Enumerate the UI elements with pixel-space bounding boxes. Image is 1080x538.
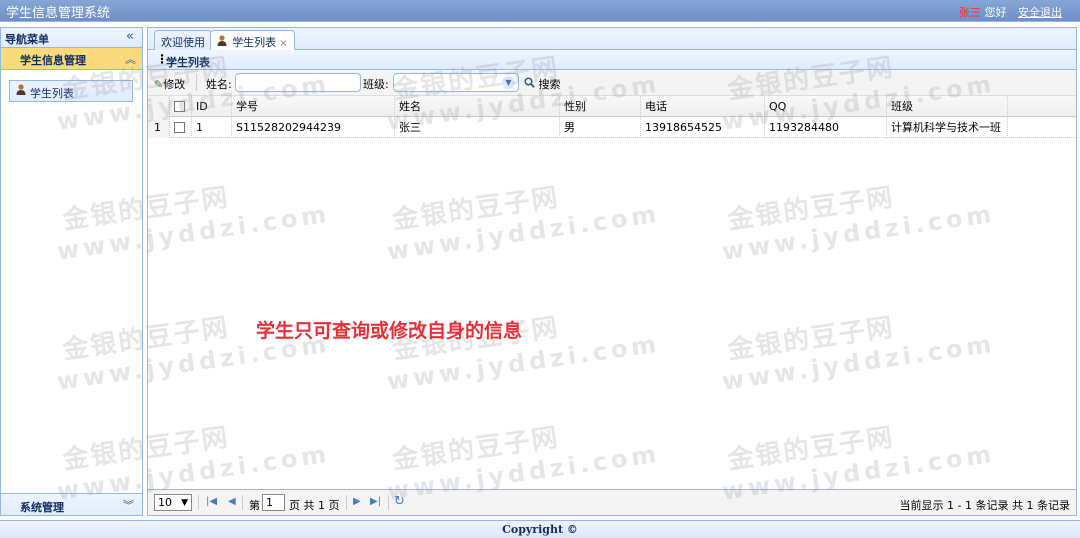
top-header: 学生信息管理系统 张三 您好 安全退出	[0, 0, 1080, 22]
annotation-caption: 学生只可查询或修改自身的信息	[256, 320, 523, 342]
cell-class: 计算机科学与技术一班	[887, 117, 1008, 138]
main-content: 欢迎使用 学生列表 × ⋮ 学生列表 ✎修改 姓名: 班级: ▼ 搜索 ID 学…	[147, 27, 1077, 516]
search-label: 搜索	[538, 78, 561, 91]
page-label: 第	[249, 499, 260, 512]
panel-title: 学生列表	[166, 56, 210, 69]
sidebar-item-label: 学生列表	[30, 87, 74, 100]
cell-qq: 1193284480	[765, 117, 887, 138]
toolbar: ✎修改 姓名: 班级: ▼ 搜索	[148, 70, 1076, 96]
class-label: 班级:	[363, 78, 389, 91]
chevron-down-icon[interactable]: ▼	[502, 76, 515, 89]
cell-name: 张三	[395, 117, 560, 138]
page-number-input[interactable]	[262, 494, 285, 511]
nav-header: 导航菜单 «	[1, 28, 142, 48]
accordion-title: 学生信息管理	[20, 54, 86, 67]
close-icon[interactable]: ×	[279, 38, 287, 49]
user-icon	[16, 84, 26, 98]
sidebar-item-student-list[interactable]: 学生列表	[9, 80, 133, 102]
grid-header: ID 学号 姓名 性别 电话 QQ 班级	[148, 96, 1076, 117]
page-size-value: 10	[158, 496, 172, 509]
chevron-up-icon[interactable]: ︽	[125, 51, 136, 67]
column-header[interactable]: 姓名	[395, 96, 560, 117]
first-page-icon[interactable]: |◀	[206, 496, 217, 507]
chevron-down-icon[interactable]: ︾	[123, 497, 134, 513]
user-name: 张三	[959, 6, 981, 19]
last-page-icon[interactable]: ▶|	[370, 496, 381, 507]
footer: Copyright ©	[0, 520, 1080, 538]
chevron-down-icon: ▼	[181, 498, 188, 508]
column-header[interactable]: 班级	[887, 96, 1008, 117]
refresh-icon[interactable]: ↻	[394, 494, 405, 509]
sidebar: 导航菜单 « 学生信息管理 ︽ 学生列表 系统管理 ︾	[0, 27, 143, 516]
cell-student-no: S11528202944239	[232, 117, 395, 138]
search-icon	[524, 77, 539, 91]
tab-label: 欢迎使用	[161, 36, 205, 49]
select-all-checkbox-cell	[170, 96, 192, 117]
row-checkbox[interactable]	[174, 121, 185, 133]
tab-student-list[interactable]: 学生列表 ×	[210, 30, 295, 51]
accordion-system-management[interactable]: 系统管理 ︾	[1, 493, 142, 515]
select-all-checkbox[interactable]	[174, 100, 185, 112]
accordion-body: 学生列表	[1, 70, 142, 472]
rownum-header	[148, 96, 170, 117]
class-select[interactable]: ▼	[393, 73, 519, 92]
pencil-icon: ✎	[154, 78, 164, 91]
greeting: 您好	[984, 6, 1007, 19]
name-input[interactable]	[235, 73, 361, 92]
column-header[interactable]: ID	[192, 96, 232, 117]
edit-label: 修改	[163, 78, 186, 91]
logout-link[interactable]: 安全退出	[1018, 6, 1062, 19]
student-grid: ID 学号 姓名 性别 电话 QQ 班级 1 1 S11528202944239…	[148, 96, 1076, 138]
page-size-select[interactable]: 10 ▼	[154, 494, 192, 511]
accordion-student-management[interactable]: 学生信息管理 ︽	[1, 48, 142, 70]
row-number: 1	[148, 117, 170, 138]
tab-welcome[interactable]: 欢迎使用	[154, 30, 212, 50]
row-checkbox-cell	[170, 117, 192, 138]
user-icon	[217, 35, 230, 49]
accordion-title: 系统管理	[20, 501, 64, 514]
column-header[interactable]: 电话	[641, 96, 765, 117]
cell-id: 1	[192, 117, 232, 138]
prev-page-icon[interactable]: ◀	[228, 496, 236, 507]
user-area: 张三 您好 安全退出	[959, 4, 1062, 20]
column-header[interactable]: 性别	[560, 96, 641, 117]
search-button[interactable]: 搜索	[524, 76, 561, 92]
nav-title: 导航菜单	[5, 33, 49, 46]
pager-divider	[388, 495, 389, 510]
column-header[interactable]: QQ	[765, 96, 887, 117]
cell-phone: 13918654525	[641, 117, 765, 138]
tab-label: 学生列表	[232, 36, 277, 49]
page-total: 页 共 1 页	[289, 499, 340, 512]
page-info: 当前显示 1 - 1 条记录 共 1 条记录	[899, 499, 1070, 512]
name-label: 姓名:	[206, 78, 232, 91]
copyright-text: Copyright ©	[502, 523, 578, 536]
edit-button[interactable]: ✎修改	[154, 76, 185, 92]
tabs-bar: 欢迎使用 学生列表 ×	[148, 28, 1076, 51]
pager-divider	[346, 495, 347, 510]
pager-divider	[242, 495, 243, 510]
table-row[interactable]: 1 1 S11528202944239 张三 男 13918654525 119…	[148, 117, 1076, 138]
next-page-icon[interactable]: ▶	[353, 496, 361, 507]
pager-divider	[198, 495, 199, 510]
pager: 10 ▼ |◀ ◀ 第 页 共 1 页 ▶ ▶| ↻ 当前显示 1 - 1 条记录…	[148, 489, 1076, 515]
column-header[interactable]: 学号	[232, 96, 395, 117]
cell-sex: 男	[560, 117, 641, 138]
panel-header: ⋮ 学生列表	[148, 50, 1076, 70]
toolbar-divider	[196, 74, 197, 91]
collapse-sidebar-icon[interactable]: «	[126, 29, 134, 44]
app-title: 学生信息管理系统	[6, 6, 111, 21]
